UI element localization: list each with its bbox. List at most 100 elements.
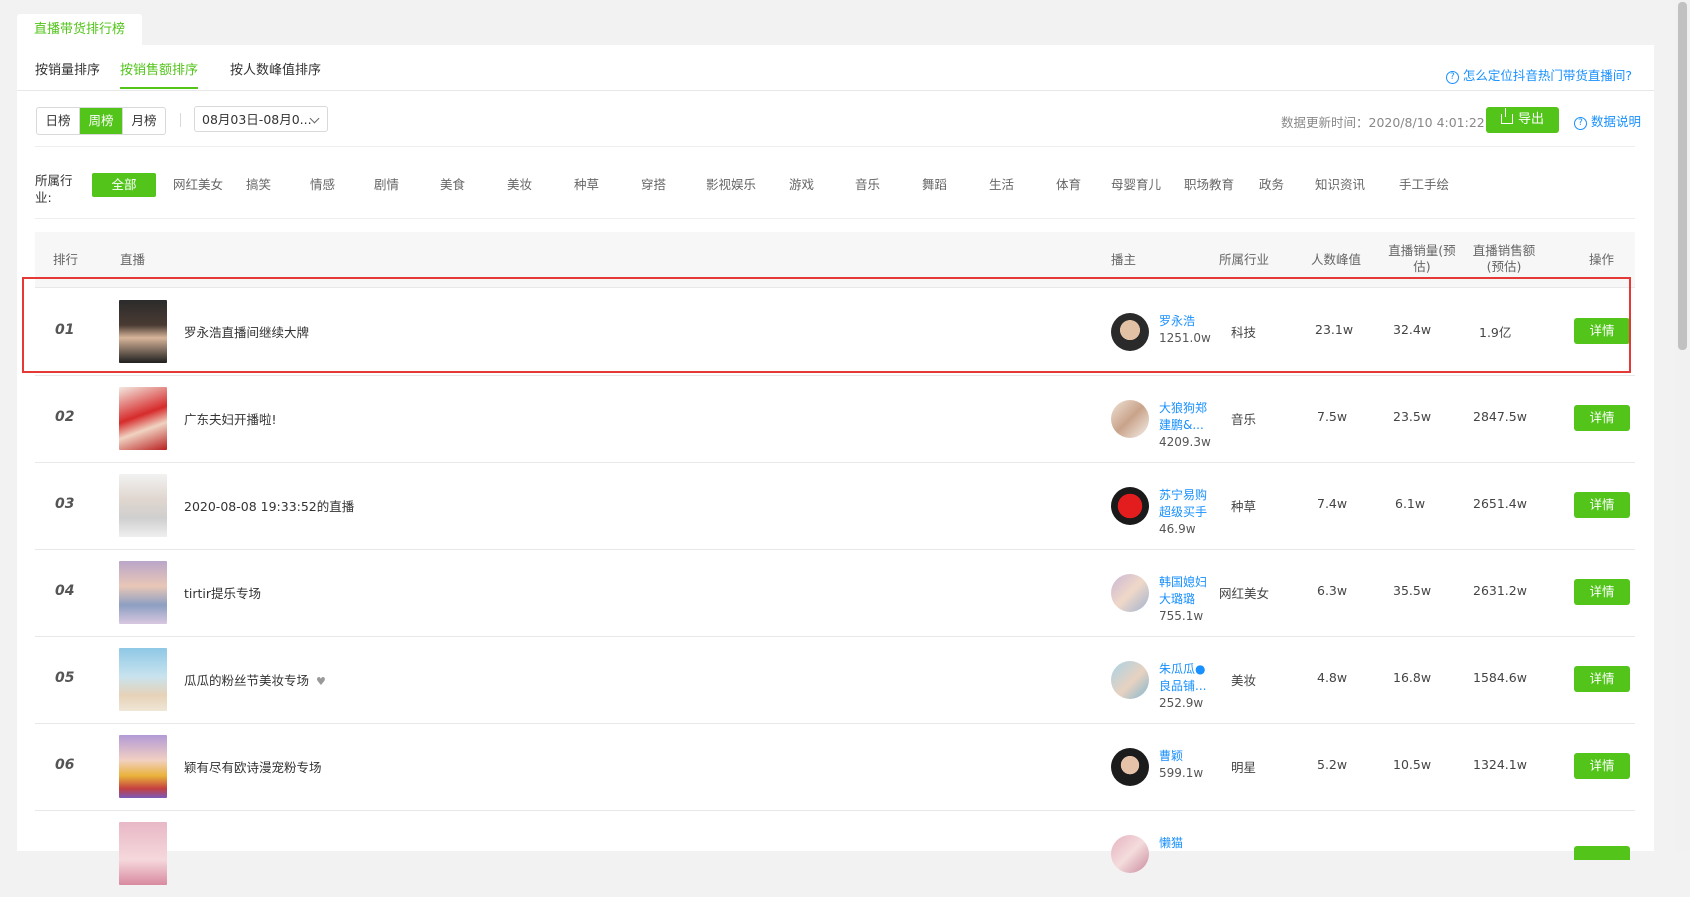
anchor-info: 大狼狗郑 建鹏&... 4209.3w [1159, 400, 1211, 451]
industry-item[interactable]: 剧情 [374, 173, 399, 197]
help-link[interactable]: ? 怎么定位抖音热门带货直播间? [1445, 65, 1632, 84]
anchor-fans: 252.9w [1159, 696, 1204, 710]
detail-button[interactable]: 详情 [1574, 753, 1630, 779]
industry-item[interactable]: 音乐 [855, 173, 880, 197]
industry-item[interactable]: 搞笑 [246, 173, 271, 197]
table-row[interactable]: 04 tirtir提乐专场 韩国媳妇 大璐璐 755.1w 网红美女 6.3w 35… [35, 549, 1635, 637]
table-row[interactable]: 06 颖有尽有欧诗漫宠粉专场 曹颖 599.1w 明星 5.2w 10.5w 13… [35, 723, 1635, 811]
live-title[interactable]: 颖有尽有欧诗漫宠粉专场 [184, 757, 322, 776]
industry-cell: 明星 [1231, 760, 1257, 775]
live-cover-image[interactable] [119, 561, 167, 624]
period-daily[interactable]: 日榜 [37, 108, 80, 134]
live-cover-image[interactable] [119, 822, 167, 885]
live-title[interactable]: 罗永浩直播间继续大牌 [184, 322, 309, 341]
anchor-info: 朱瓜瓜● 良品铺... 252.9w [1159, 661, 1211, 712]
live-cover-image[interactable] [119, 735, 167, 798]
col-anchor: 播主 [1111, 252, 1137, 267]
industry-item[interactable]: 游戏 [789, 173, 814, 197]
period-monthly[interactable]: 月榜 [123, 108, 165, 134]
heart-icon: ♥ [316, 675, 326, 688]
industry-item[interactable]: 舞蹈 [922, 173, 947, 197]
live-title[interactable]: 2020-08-08 19:33:52的直播 [184, 496, 354, 515]
avatar[interactable] [1111, 661, 1149, 699]
divider [35, 146, 1635, 147]
industry-item[interactable]: 网红美女 [173, 173, 223, 197]
avatar[interactable] [1111, 400, 1149, 438]
industry-item[interactable]: 生活 [989, 173, 1014, 197]
tab-sort-by-peak[interactable]: 按人数峰值排序 [230, 59, 321, 78]
avatar[interactable] [1111, 748, 1149, 786]
detail-button[interactable]: 详情 [1574, 492, 1630, 518]
industry-item[interactable]: 情感 [310, 173, 335, 197]
col-industry: 所属行业 [1219, 252, 1270, 267]
anchor-name[interactable]: 曹颖 [1159, 748, 1211, 765]
anchor-name[interactable]: 朱瓜瓜● [1159, 661, 1211, 678]
table-row[interactable]: 03 2020-08-08 19:33:52的直播 苏宁易购 超级买手 46.9w … [35, 462, 1635, 550]
rank-number: 06 [55, 757, 75, 773]
detail-button[interactable]: 详情 [1574, 666, 1630, 692]
industry-item[interactable]: 母婴育儿 [1111, 173, 1161, 197]
detail-button[interactable]: 详情 [1574, 318, 1630, 344]
industry-item[interactable]: 美食 [440, 173, 465, 197]
live-title[interactable]: 广东夫妇开播啦! [184, 409, 277, 428]
tab-sort-by-volume[interactable]: 按销量排序 [35, 59, 100, 78]
tab-sort-by-revenue[interactable]: 按销售额排序 [120, 59, 199, 89]
avatar[interactable] [1111, 574, 1149, 612]
table-row[interactable]: 懒猫 [35, 810, 1635, 897]
period-weekly[interactable]: 周榜 [80, 108, 123, 134]
scrollbar[interactable] [1675, 0, 1690, 851]
anchor-name-line2[interactable]: 超级买手 [1159, 504, 1211, 521]
live-cover-image[interactable] [119, 474, 167, 537]
industry-item[interactable]: 美妆 [507, 173, 532, 197]
anchor-name[interactable]: 懒猫 [1159, 835, 1211, 852]
divider [35, 218, 1635, 219]
anchor-name[interactable]: 罗永浩 [1159, 313, 1211, 330]
industry-item[interactable]: 职场教育 [1184, 173, 1234, 197]
live-title[interactable]: tirtir提乐专场 [184, 583, 261, 602]
sales-cell: 35.5w [1393, 583, 1432, 598]
data-explain-link[interactable]: ? 数据说明 [1574, 111, 1641, 130]
anchor-fans: 1251.0w [1159, 331, 1211, 345]
detail-button[interactable]: 详情 [1574, 579, 1630, 605]
industry-item[interactable]: 穿搭 [641, 173, 666, 197]
live-cover-image[interactable] [119, 648, 167, 711]
industry-item[interactable]: 手工手绘 [1399, 173, 1449, 197]
help-link-text: 怎么定位抖音热门带货直播间? [1462, 68, 1632, 83]
date-range-select[interactable]: 08月03日-08月0... [194, 106, 328, 132]
avatar[interactable] [1111, 487, 1149, 525]
industry-item[interactable]: 体育 [1056, 173, 1081, 197]
avatar[interactable] [1111, 313, 1149, 351]
anchor-name-line2[interactable]: 建鹏&... [1159, 417, 1211, 434]
anchor-name[interactable]: 韩国媳妇 [1159, 574, 1211, 591]
industry-item[interactable]: 种草 [574, 173, 599, 197]
anchor-name-line2[interactable]: 良品铺... [1159, 678, 1211, 695]
period-segmented-control: 日榜 周榜 月榜 [36, 107, 166, 135]
avatar[interactable] [1111, 835, 1149, 873]
table-row[interactable]: 02 广东夫妇开播啦! 大狼狗郑 建鹏&... 4209.3w 音乐 7.5w 23… [35, 375, 1635, 463]
table-row[interactable]: 01 罗永浩直播间继续大牌 罗永浩 1251.0w 科技 23.1w 32.4w … [35, 288, 1635, 376]
live-title[interactable]: 瓜瓜的粉丝节美妆专场 ♥ [184, 670, 326, 689]
industry-all[interactable]: 全部 [92, 173, 156, 197]
sales-cell: 6.1w [1395, 496, 1426, 511]
industry-item[interactable]: 影视娱乐 [706, 173, 756, 197]
live-cover-image[interactable] [119, 300, 167, 363]
scrollbar-thumb[interactable] [1678, 2, 1687, 350]
col-live: 直播 [120, 252, 146, 267]
peak-cell: 5.2w [1317, 757, 1348, 772]
live-cover-image[interactable] [119, 387, 167, 450]
anchor-name[interactable]: 苏宁易购 [1159, 487, 1211, 504]
detail-button[interactable]: 详情 [1574, 405, 1630, 431]
tab-live-commerce-ranking[interactable]: 直播带货排行榜 [17, 14, 143, 45]
rank-number: 05 [55, 670, 75, 686]
table-row[interactable]: 05 瓜瓜的粉丝节美妆专场 ♥ 朱瓜瓜● 良品铺... 252.9w 美妆 4.8w … [35, 636, 1635, 724]
export-button[interactable]: 导出 [1486, 107, 1559, 133]
anchor-name-line2[interactable]: 大璐璐 [1159, 591, 1211, 608]
industry-cell: 科技 [1231, 325, 1257, 340]
anchor-name[interactable]: 大狼狗郑 [1159, 400, 1211, 417]
anchor-info: 懒猫 [1159, 835, 1211, 852]
industry-item[interactable]: 知识资讯 [1315, 173, 1365, 197]
detail-button[interactable] [1574, 846, 1630, 860]
main-panel: 按销量排序 按销售额排序 按人数峰值排序 ? 怎么定位抖音热门带货直播间? 日榜 … [17, 45, 1654, 885]
industry-label: 所属行业: [35, 173, 73, 205]
industry-item[interactable]: 政务 [1259, 173, 1284, 197]
